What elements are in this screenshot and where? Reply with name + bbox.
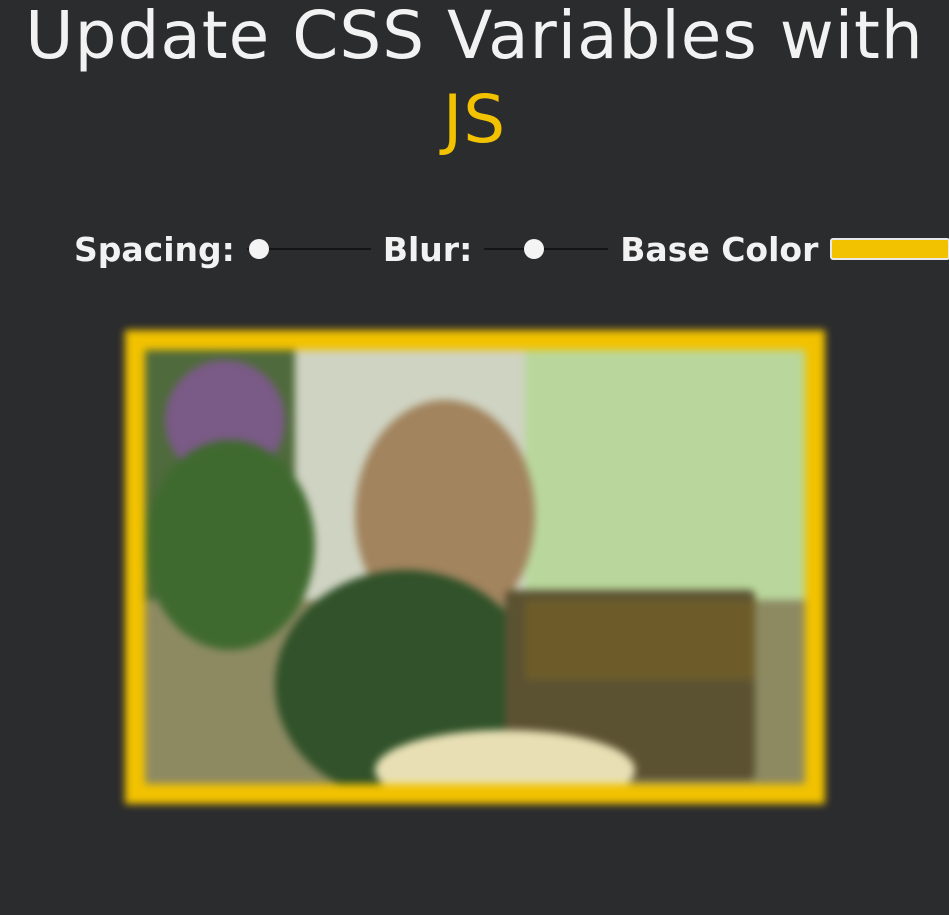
base-color-label: Base Color	[620, 229, 819, 269]
blur-slider[interactable]	[484, 238, 609, 260]
photo-frame	[125, 330, 825, 804]
page: Update CSS Variables with JS Spacing: Bl…	[0, 0, 949, 915]
blurred-photo	[145, 350, 805, 784]
spacing-slider[interactable]	[246, 238, 371, 260]
base-color-picker[interactable]	[830, 238, 949, 260]
title-highlight: JS	[442, 81, 507, 158]
blur-label: Blur:	[382, 229, 473, 269]
spacing-slider-thumb[interactable]	[249, 239, 270, 259]
title-main: Update CSS Variables with	[25, 0, 924, 74]
spacing-label: Spacing:	[74, 229, 235, 269]
controls-bar: Spacing: Blur: Base Color	[74, 226, 949, 272]
page-title: Update CSS Variables with JS	[0, 0, 949, 162]
blur-slider-thumb[interactable]	[523, 239, 544, 259]
blur-slider-track	[484, 248, 609, 250]
